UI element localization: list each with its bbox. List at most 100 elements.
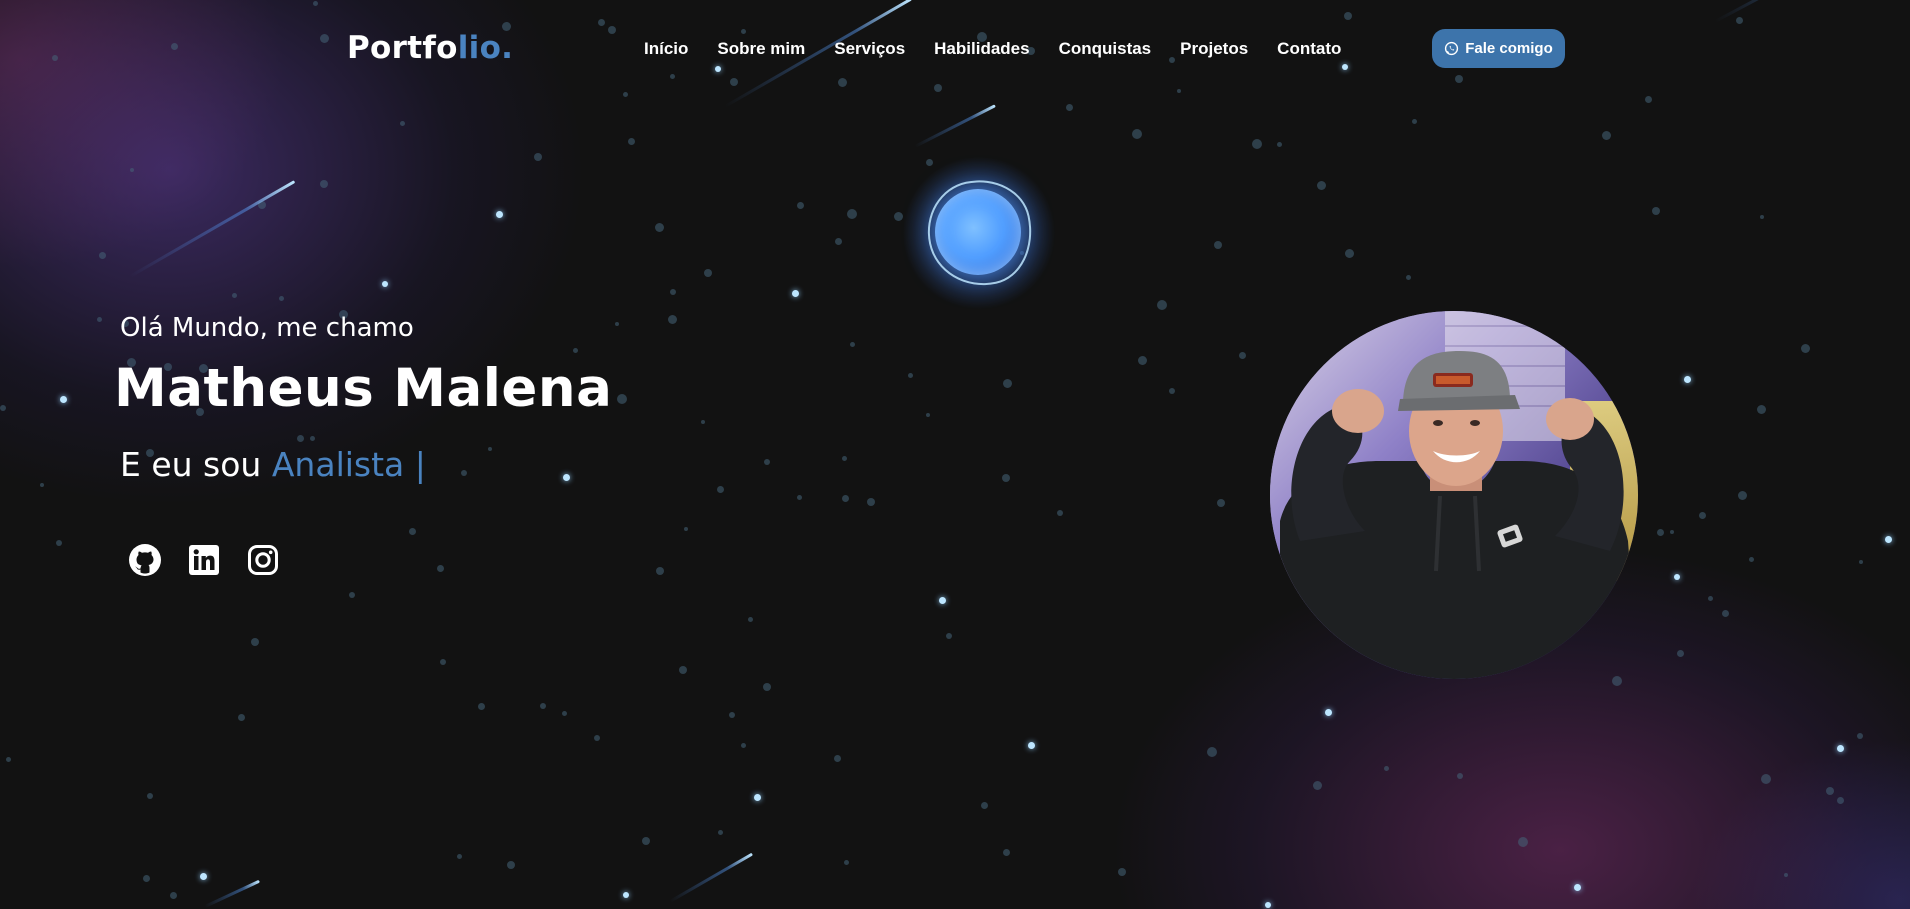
dust-decoration <box>170 892 177 899</box>
linkedin-link[interactable] <box>187 545 221 579</box>
nav-link-habilidades[interactable]: Habilidades <box>934 39 1029 59</box>
dust-decoration <box>617 394 627 404</box>
dust-decoration <box>1722 610 1729 617</box>
dust-decoration <box>842 456 847 461</box>
dust-decoration <box>1738 491 1747 500</box>
shooting-star-decoration <box>129 180 296 278</box>
dust-decoration <box>1859 560 1863 564</box>
star-decoration <box>753 793 761 801</box>
star-decoration <box>623 892 629 898</box>
dust-decoration <box>1457 773 1463 779</box>
dust-decoration <box>1602 131 1611 140</box>
star-decoration <box>1884 535 1892 543</box>
dust-decoration <box>534 153 542 161</box>
dust-decoration <box>1761 774 1771 784</box>
dust-decoration <box>717 486 724 493</box>
github-link[interactable] <box>128 543 162 581</box>
dust-decoration <box>797 202 804 209</box>
dust-decoration <box>844 860 849 865</box>
dust-decoration <box>670 289 676 295</box>
nav-link-contato[interactable]: Contato <box>1277 39 1341 59</box>
dust-decoration <box>718 830 723 835</box>
dust-decoration <box>1132 129 1142 139</box>
dust-decoration <box>0 405 6 411</box>
dust-decoration <box>1214 241 1222 249</box>
dust-decoration <box>704 269 712 277</box>
dust-decoration <box>279 296 284 301</box>
dust-decoration <box>684 527 688 531</box>
glowing-orb-decoration <box>902 156 1056 310</box>
star-decoration <box>1836 744 1844 752</box>
dust-decoration <box>1118 868 1126 876</box>
dust-decoration <box>1857 733 1863 739</box>
hero-greeting: Olá Mundo, me chamo <box>120 313 414 343</box>
dust-decoration <box>615 322 619 326</box>
dust-decoration <box>867 498 875 506</box>
dust-decoration <box>628 138 635 145</box>
star-decoration <box>1027 741 1035 749</box>
nav-link-inicio[interactable]: Início <box>644 39 688 59</box>
dust-decoration <box>1784 873 1788 877</box>
star-decoration <box>791 289 799 297</box>
star-decoration <box>382 281 388 287</box>
dust-decoration <box>40 483 44 487</box>
dust-decoration <box>946 633 952 639</box>
star-decoration <box>59 395 67 403</box>
dust-decoration <box>1002 474 1010 482</box>
instagram-link[interactable] <box>246 545 280 579</box>
nav-link-servicos[interactable]: Serviços <box>834 39 905 59</box>
dust-decoration <box>729 712 735 718</box>
dust-decoration <box>894 212 903 221</box>
dust-decoration <box>1277 142 1282 147</box>
dust-decoration <box>130 168 134 172</box>
nav-link-sobre-mim[interactable]: Sobre mim <box>717 39 805 59</box>
dust-decoration <box>741 743 746 748</box>
dust-decoration <box>1801 344 1810 353</box>
star-decoration <box>1674 574 1680 580</box>
dust-decoration <box>908 373 913 378</box>
dust-decoration <box>764 459 770 465</box>
dust-decoration <box>478 703 485 710</box>
shooting-star-decoration <box>204 879 261 908</box>
dust-decoration <box>642 837 650 845</box>
instagram-icon <box>247 544 279 580</box>
dust-decoration <box>573 348 578 353</box>
star-decoration <box>199 872 207 880</box>
nav-link-conquistas[interactable]: Conquistas <box>1059 39 1152 59</box>
dust-decoration <box>143 875 150 882</box>
dust-decoration <box>232 293 237 298</box>
nav-link-projetos[interactable]: Projetos <box>1180 39 1248 59</box>
dust-decoration <box>1652 207 1660 215</box>
dust-decoration <box>320 180 328 188</box>
dust-decoration <box>835 238 842 245</box>
dust-decoration <box>1138 356 1147 365</box>
dust-decoration <box>1677 650 1684 657</box>
fale-comigo-button[interactable]: Fale comigo <box>1432 29 1565 68</box>
dust-decoration <box>99 252 106 259</box>
hero-name: Matheus Malena <box>114 358 613 419</box>
star-decoration <box>495 210 503 218</box>
shooting-star-decoration <box>914 104 996 148</box>
dust-decoration <box>1760 215 1764 219</box>
dust-decoration <box>1003 379 1012 388</box>
dust-decoration <box>409 528 416 535</box>
star-decoration <box>938 596 946 604</box>
dust-decoration <box>1252 139 1262 149</box>
dust-decoration <box>748 617 753 622</box>
star-decoration <box>1324 708 1332 716</box>
dust-decoration <box>679 666 687 674</box>
logo-accent-text: lio. <box>457 30 514 66</box>
dust-decoration <box>1699 512 1706 519</box>
dust-decoration <box>1406 275 1411 280</box>
site-logo[interactable]: Portfolio. <box>347 30 513 66</box>
dust-decoration <box>1313 781 1322 790</box>
dust-decoration <box>1066 104 1073 111</box>
whatsapp-icon <box>1444 41 1459 56</box>
navbar: Portfolio. Início Sobre mim Serviços Hab… <box>0 0 1910 100</box>
dust-decoration <box>310 436 315 441</box>
dust-decoration <box>763 683 771 691</box>
github-icon <box>128 543 162 581</box>
dust-decoration <box>1169 388 1175 394</box>
dust-decoration <box>1612 676 1622 686</box>
shooting-star-decoration <box>669 852 754 903</box>
